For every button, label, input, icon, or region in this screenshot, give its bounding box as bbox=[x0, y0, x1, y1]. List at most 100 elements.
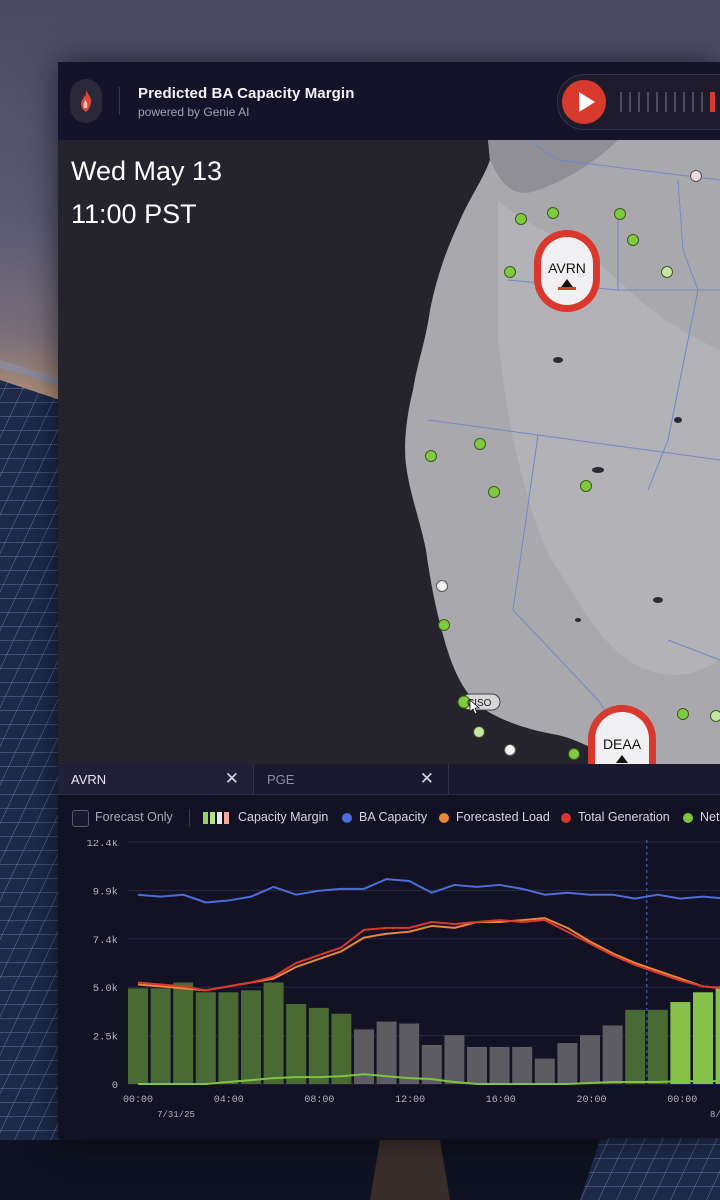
map-markers-layer: CISO AVRN DEAA bbox=[425, 170, 720, 764]
capacity-chart[interactable]: 12.4k9.9k7.4k5.0k2.5k0NOW00:0004:0008:00… bbox=[58, 840, 720, 1138]
ba-point[interactable] bbox=[690, 170, 702, 182]
forecasted-load-label: Forecasted Load bbox=[456, 810, 550, 824]
capacity-margin-bar bbox=[534, 1058, 555, 1084]
ba-point[interactable] bbox=[436, 580, 448, 592]
forecast-only-label: Forecast Only bbox=[95, 810, 173, 824]
date-label: 7/31/25 bbox=[157, 1110, 195, 1120]
timeline-tick[interactable] bbox=[638, 92, 640, 112]
net-label: Net bbox=[700, 810, 720, 824]
ba-point[interactable] bbox=[580, 480, 592, 492]
forecasted-load-line bbox=[137, 917, 720, 992]
tab-label: AVRN bbox=[71, 772, 107, 787]
tab-label: PGE bbox=[267, 772, 295, 787]
capacity-margin-bar bbox=[557, 1043, 578, 1084]
y-tick-label: 7.4k bbox=[93, 935, 118, 947]
capacity-margin-bar bbox=[399, 1023, 420, 1084]
capacity-margin-bar bbox=[512, 1046, 533, 1084]
avrn-alert-marker[interactable]: AVRN bbox=[534, 230, 600, 312]
tab-pge[interactable]: PGE ✕ bbox=[254, 764, 449, 794]
capacity-margin-bar bbox=[647, 1009, 668, 1084]
capacity-margin-bar bbox=[602, 1025, 623, 1084]
deaa-label: DEAA bbox=[603, 736, 642, 752]
timeline-tick[interactable] bbox=[656, 92, 658, 112]
ba-point[interactable] bbox=[474, 438, 486, 450]
timeline-tick[interactable] bbox=[647, 92, 649, 112]
capacity-margin-bar bbox=[331, 1013, 352, 1084]
x-tick-label: 04:00 bbox=[214, 1095, 244, 1106]
capacity-margin-bar bbox=[128, 988, 148, 1084]
capacity-margin-bar bbox=[489, 1046, 510, 1084]
ba-capacity-dot-icon bbox=[342, 813, 352, 823]
app-title: Predicted BA Capacity Margin bbox=[138, 85, 355, 102]
close-icon[interactable]: ✕ bbox=[225, 769, 239, 789]
chart-legend: Forecast Only Capacity Margin BA Capacit… bbox=[58, 806, 720, 830]
detail-panel: AVRN ✕ PGE ✕ Forecast Only Capacity Marg… bbox=[58, 764, 720, 1138]
ba-point[interactable] bbox=[515, 213, 527, 225]
ba-point[interactable] bbox=[614, 208, 626, 220]
timeline-tick[interactable] bbox=[683, 92, 685, 112]
ba-point[interactable] bbox=[547, 207, 559, 219]
ba-point[interactable] bbox=[504, 266, 516, 278]
capacity-margin-bar bbox=[218, 992, 239, 1084]
close-icon[interactable]: ✕ bbox=[420, 769, 434, 789]
ba-point[interactable] bbox=[504, 744, 516, 756]
y-tick-label: 2.5k bbox=[93, 1032, 118, 1044]
ba-point[interactable] bbox=[425, 450, 437, 462]
forecasted-load-dot-icon bbox=[439, 813, 449, 823]
tab-bar: AVRN ✕ PGE ✕ bbox=[58, 764, 720, 795]
ba-point[interactable] bbox=[473, 726, 485, 738]
timeline-tick[interactable] bbox=[701, 92, 703, 112]
avrn-label: AVRN bbox=[548, 260, 586, 276]
app-window: Predicted BA Capacity Margin powered by … bbox=[58, 62, 720, 1138]
timeline-tick[interactable] bbox=[629, 92, 631, 112]
deaa-alert-marker[interactable]: DEAA bbox=[588, 705, 656, 764]
capacity-margin-bar bbox=[150, 988, 171, 1084]
ba-point[interactable] bbox=[488, 486, 500, 498]
total-generation-label: Total Generation bbox=[578, 810, 670, 824]
ba-point[interactable] bbox=[677, 708, 689, 720]
forecast-only-checkbox[interactable] bbox=[72, 810, 89, 827]
ba-point[interactable] bbox=[627, 234, 639, 246]
capacity-margin-bar bbox=[580, 1035, 600, 1084]
timeline-tick[interactable] bbox=[674, 92, 676, 112]
ba-point[interactable] bbox=[438, 619, 450, 631]
ba-point[interactable] bbox=[661, 266, 673, 278]
total-generation-line bbox=[137, 919, 720, 992]
play-button[interactable] bbox=[562, 80, 606, 124]
ba-point[interactable] bbox=[568, 748, 580, 760]
capacity-margin-swatch-icon bbox=[203, 812, 229, 824]
x-tick-label: 00:00 bbox=[123, 1095, 153, 1106]
ciso-marker[interactable]: CISO bbox=[457, 693, 501, 715]
capacity-margin-bar bbox=[263, 982, 284, 1084]
capacity-margin-bar bbox=[467, 1046, 487, 1084]
total-generation-dot-icon bbox=[561, 813, 571, 823]
x-tick-label: 00:00 bbox=[667, 1095, 697, 1106]
capacity-margin-bar bbox=[195, 992, 216, 1084]
capacity-margin-bar bbox=[286, 1003, 307, 1084]
app-subtitle: powered by Genie AI bbox=[138, 105, 250, 119]
timeline-scrubber[interactable] bbox=[620, 92, 715, 112]
y-tick-label: 0 bbox=[112, 1080, 118, 1092]
tab-avrn[interactable]: AVRN ✕ bbox=[58, 764, 254, 794]
timeline-current-tick[interactable] bbox=[710, 92, 715, 112]
capacity-margin-bar bbox=[693, 992, 713, 1084]
legend-divider bbox=[189, 809, 190, 827]
timeline-tick[interactable] bbox=[665, 92, 667, 112]
capacity-margin-bar bbox=[444, 1035, 465, 1084]
y-tick-label: 12.4k bbox=[86, 840, 118, 850]
timeline-tick[interactable] bbox=[620, 92, 622, 112]
x-tick-label: 16:00 bbox=[486, 1095, 516, 1106]
capacity-margin-bar bbox=[625, 1009, 646, 1084]
capacity-margin-bar bbox=[241, 990, 261, 1084]
ba-point[interactable] bbox=[710, 710, 720, 722]
y-tick-label: 9.9k bbox=[93, 886, 118, 898]
timeline-tick[interactable] bbox=[692, 92, 694, 112]
capacity-margin-bar bbox=[308, 1007, 329, 1084]
capacity-margin-bar bbox=[173, 982, 194, 1084]
x-tick-label: 12:00 bbox=[395, 1095, 425, 1106]
ba-capacity-label: BA Capacity bbox=[359, 810, 428, 824]
x-tick-label: 20:00 bbox=[576, 1095, 606, 1106]
timeline-player bbox=[557, 74, 720, 130]
capacity-margin-bar bbox=[715, 986, 720, 1084]
map-view[interactable]: Wed May 13 11:00 PST CISO AVRN DEAA bbox=[58, 140, 720, 764]
